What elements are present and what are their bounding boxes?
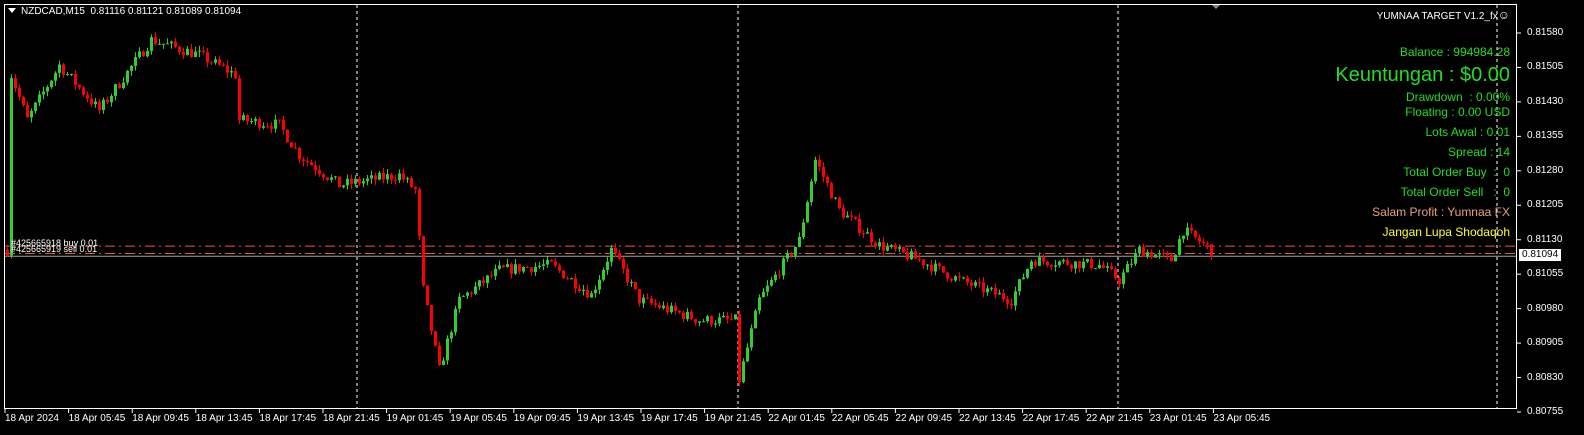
time-tick: 19 Apr 05:45 [450,413,507,424]
time-tick: 18 Apr 2024 [5,413,59,424]
time-tick: 23 Apr 05:45 [1213,413,1271,424]
time-tick: 19 Apr 21:45 [704,413,762,424]
dropdown-triangle-icon[interactable] [8,8,16,13]
time-tick: 19 Apr 17:45 [641,413,698,424]
smiley-icon: ☺ [1497,8,1510,22]
price-tick: 0.81055 [1527,268,1564,280]
time-tick: 22 Apr 05:45 [831,413,889,424]
time-tick: 19 Apr 09:45 [513,413,571,424]
drawdown-label: Drawdown : 0.00% [1405,90,1510,104]
total-sell-label: Total Order Sell : 0 [1400,185,1510,199]
floating-label: Floating : 0.00 USD [1405,105,1510,119]
time-tick: 19 Apr 13:45 [577,413,635,424]
price-tick: 0.81580 [1527,27,1564,38]
time-tick: 18 Apr 09:45 [132,413,189,424]
price-tick: 0.81430 [1527,95,1564,107]
time-tick: 22 Apr 17:45 [1022,413,1080,424]
salam-label: Salam Profit : Yumnaa FX [1372,205,1510,219]
time-tick: 23 Apr 01:45 [1149,413,1207,424]
time-tick: 18 Apr 13:45 [195,413,253,424]
time-tick: 22 Apr 13:45 [959,413,1016,424]
chart-frame [4,4,1517,409]
time-tick: 22 Apr 09:45 [895,413,953,424]
price-tick: 0.81505 [1527,61,1564,73]
profit-label: Keuntungan : $0.00 [1335,64,1510,86]
time-tick: 22 Apr 01:45 [768,413,825,424]
time-tick: 18 Apr 17:45 [259,413,317,424]
price-tick: 0.80980 [1527,302,1564,314]
price-tick: 0.81130 [1527,233,1563,245]
spread-label: Spread : 14 [1447,145,1510,159]
balance-label: Balance : 994984.28 [1399,45,1510,59]
total-buy-label: Total Order Buy : 0 [1403,165,1510,179]
price-tick: 0.81355 [1527,130,1564,142]
price-tick: 0.81280 [1527,164,1564,176]
symbol-name: NZDCAD,M15 [21,6,85,17]
ea-title: YUMNAA TARGET V1.2_fx☺ [1377,8,1510,22]
ea-title-text: YUMNAA TARGET V1.2_fx [1376,11,1498,22]
time-tick: 19 Apr 01:45 [386,413,444,424]
lots-label: Lots Awal : 0.01 [1425,125,1510,139]
price-tick: 0.80830 [1527,371,1564,383]
order-label-sell[interactable]: #425665919 sell 0.01 [11,244,97,254]
price-tick: 0.81205 [1527,199,1564,211]
shodaqoh-label: Jangan Lupa Shodaqoh [1382,225,1510,239]
price-tick: 0.80755 [1527,406,1564,417]
ohlc-values: 0.81116 0.81121 0.81089 0.81094 [90,6,242,17]
time-tick: 18 Apr 21:45 [323,413,380,424]
symbol-header[interactable]: NZDCAD,M15 0.81116 0.81121 0.81089 0.810… [8,6,241,17]
time-tick: 18 Apr 05:45 [68,413,126,424]
price-tick: 0.80905 [1527,337,1564,349]
current-price-label: 0.81094 [1519,249,1562,261]
time-tick: 22 Apr 21:45 [1086,413,1143,424]
